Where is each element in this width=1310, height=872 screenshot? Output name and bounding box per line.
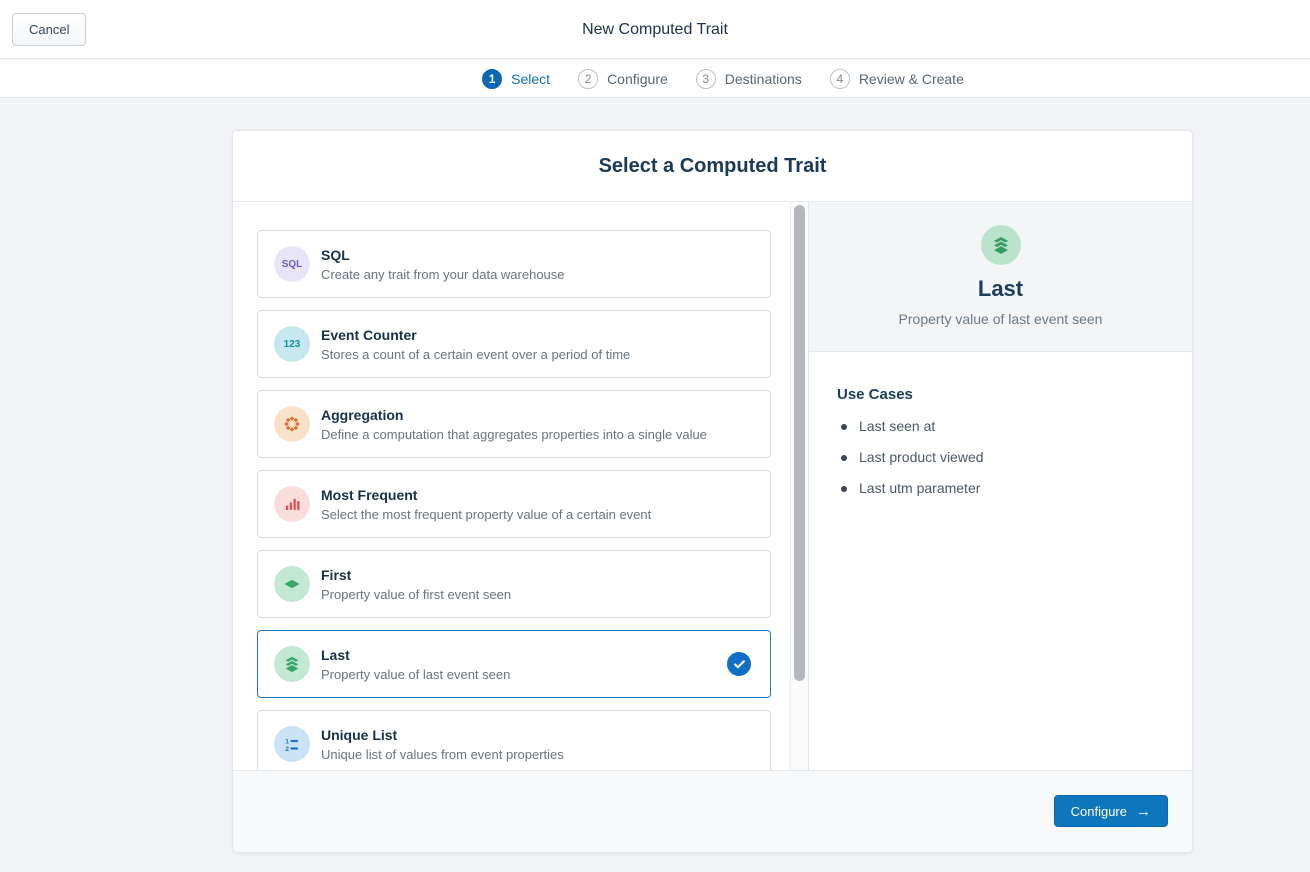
use-cases-heading: Use Cases [837, 386, 1162, 403]
svg-text:1: 1 [285, 738, 289, 745]
trait-text: SQL Create any trait from your data ware… [321, 247, 565, 282]
trait-item-event-counter[interactable]: 123 Event Counter Stores a count of a ce… [257, 310, 771, 378]
trait-title: Last [321, 647, 510, 663]
trait-text: Unique List Unique list of values from e… [321, 727, 564, 762]
step-label: Configure [607, 71, 668, 87]
trait-title: Unique List [321, 727, 564, 743]
step-label: Select [511, 71, 550, 87]
step-number-badge: 4 [830, 69, 850, 89]
step-destinations[interactable]: 3 Destinations [696, 69, 802, 89]
detail-subtitle: Property value of last event seen [899, 311, 1103, 327]
card-title: Select a Computed Trait [233, 131, 1192, 202]
step-label: Destinations [725, 71, 802, 87]
card-body: SQL SQL Create any trait from your data … [233, 202, 1192, 770]
bar-chart-icon [274, 486, 310, 522]
trait-item-last[interactable]: Last Property value of last event seen [257, 630, 771, 698]
configure-button-label: Configure [1071, 804, 1127, 819]
diamond-icon [274, 566, 310, 602]
step-label: Review & Create [859, 71, 964, 87]
arrow-right-icon: → [1136, 804, 1151, 819]
trait-description: Define a computation that aggregates pro… [321, 427, 707, 442]
trait-description: Create any trait from your data warehous… [321, 267, 565, 282]
detail-body: Use Cases Last seen at Last product view… [809, 352, 1192, 496]
trait-detail-panel: Last Property value of last event seen U… [808, 202, 1192, 770]
event-counter-123-icon: 123 [274, 326, 310, 362]
detail-title: Last [978, 276, 1023, 302]
layers-icon [274, 646, 310, 682]
select-trait-card: Select a Computed Trait SQL SQL Create a… [232, 130, 1193, 853]
trait-list: SQL SQL Create any trait from your data … [233, 202, 790, 770]
svg-text:2: 2 [285, 746, 289, 753]
trait-item-unique-list[interactable]: 1 2 Unique List Unique list of values fr… [257, 710, 771, 770]
wizard-stepper: 1 Select 2 Configure 3 Destinations 4 Re… [0, 60, 1310, 98]
trait-title: Event Counter [321, 327, 630, 343]
top-bar: Cancel New Computed Trait [0, 0, 1310, 59]
trait-description: Select the most frequent property value … [321, 507, 651, 522]
trait-title: SQL [321, 247, 565, 263]
trait-text: Aggregation Define a computation that ag… [321, 407, 707, 442]
sql-badge-icon: SQL [274, 246, 310, 282]
trait-text: First Property value of first event seen [321, 567, 511, 602]
trait-description: Property value of first event seen [321, 587, 511, 602]
selected-check-icon [727, 652, 751, 676]
trait-item-aggregation[interactable]: Aggregation Define a computation that ag… [257, 390, 771, 458]
trait-item-sql[interactable]: SQL SQL Create any trait from your data … [257, 230, 771, 298]
trait-description: Unique list of values from event propert… [321, 747, 564, 762]
detail-hero: Last Property value of last event seen [809, 202, 1192, 352]
step-number-badge: 1 [482, 69, 502, 89]
trait-description: Stores a count of a certain event over a… [321, 347, 630, 362]
trait-text: Last Property value of last event seen [321, 647, 510, 682]
step-select[interactable]: 1 Select [482, 69, 550, 89]
step-number-badge: 3 [696, 69, 716, 89]
card-footer: Configure → [233, 770, 1192, 852]
trait-title: Aggregation [321, 407, 707, 423]
use-case-item: Last seen at [837, 418, 1162, 434]
page-title: New Computed Trait [0, 0, 1310, 59]
trait-title: Most Frequent [321, 487, 651, 503]
numbered-list-icon: 1 2 [274, 726, 310, 762]
step-configure[interactable]: 2 Configure [578, 69, 668, 89]
trait-description: Property value of last event seen [321, 667, 510, 682]
trait-item-most-frequent[interactable]: Most Frequent Select the most frequent p… [257, 470, 771, 538]
layers-icon [981, 225, 1021, 265]
trait-title: First [321, 567, 511, 583]
configure-button[interactable]: Configure → [1054, 795, 1168, 827]
trait-text: Event Counter Stores a count of a certai… [321, 327, 630, 362]
step-review-create[interactable]: 4 Review & Create [830, 69, 964, 89]
use-cases-list: Last seen at Last product viewed Last ut… [837, 418, 1162, 496]
scrollbar-thumb[interactable] [794, 205, 805, 681]
use-case-item: Last utm parameter [837, 480, 1162, 496]
trait-text: Most Frequent Select the most frequent p… [321, 487, 651, 522]
trait-item-first[interactable]: First Property value of first event seen [257, 550, 771, 618]
aggregation-burst-icon [274, 406, 310, 442]
use-case-item: Last product viewed [837, 449, 1162, 465]
step-number-badge: 2 [578, 69, 598, 89]
trait-list-scrollbar[interactable] [790, 202, 808, 770]
